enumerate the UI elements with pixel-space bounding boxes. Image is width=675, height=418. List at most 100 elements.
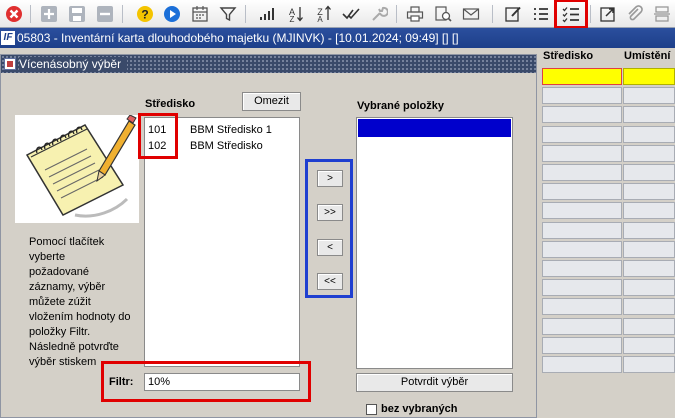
grid-cell[interactable] bbox=[542, 164, 622, 181]
column-header-umisteni[interactable]: Umístění bbox=[624, 50, 670, 62]
grid-cell[interactable] bbox=[542, 298, 622, 316]
column-header-stredisko[interactable]: Středisko bbox=[543, 50, 593, 62]
grid-cell[interactable] bbox=[623, 144, 675, 162]
sort-ascending-icon[interactable]: AZ bbox=[284, 3, 306, 25]
source-list-label: Středisko bbox=[145, 98, 196, 110]
bar-chart-icon[interactable] bbox=[256, 3, 278, 25]
svg-text:A: A bbox=[317, 15, 323, 23]
grid-cell[interactable] bbox=[542, 279, 622, 297]
grid-cell[interactable] bbox=[542, 125, 622, 143]
move-right-button[interactable]: > bbox=[317, 170, 343, 187]
calendar-icon[interactable] bbox=[189, 3, 211, 25]
toolbar-separator bbox=[30, 5, 31, 23]
app-logo: IF bbox=[1, 31, 15, 45]
move-all-left-button[interactable]: << bbox=[317, 273, 343, 290]
move-left-button[interactable]: < bbox=[317, 239, 343, 256]
grid-cell[interactable] bbox=[542, 240, 622, 258]
save-icon[interactable] bbox=[66, 3, 88, 25]
toolbar: ? AZ ZA bbox=[0, 0, 675, 29]
item-codes-highlight bbox=[138, 113, 178, 159]
multi-select-dialog: Vícenásobný výběr Pomocí tlačítek vyberte… bbox=[0, 54, 537, 418]
dialog-icon bbox=[4, 58, 16, 70]
grid-cell[interactable] bbox=[623, 221, 675, 239]
attachment-icon[interactable] bbox=[624, 3, 646, 25]
background-grid: Středisko Umístění bbox=[537, 48, 675, 418]
toolbar-separator bbox=[492, 5, 493, 23]
wrench-icon[interactable] bbox=[368, 3, 390, 25]
help-text-line: položky Filtr. bbox=[29, 326, 91, 338]
remove-icon[interactable] bbox=[94, 3, 116, 25]
checkmark-icon[interactable] bbox=[340, 3, 362, 25]
help-text-line: vyberte bbox=[29, 251, 66, 263]
without-selected-label: bez vybraných bbox=[381, 403, 458, 415]
grid-cell[interactable] bbox=[623, 87, 675, 105]
grid-cell[interactable] bbox=[623, 68, 675, 85]
grid-cell[interactable] bbox=[542, 68, 622, 85]
toolbar-separator bbox=[122, 5, 123, 23]
grid-cell[interactable] bbox=[542, 144, 622, 162]
grid-cell[interactable] bbox=[623, 125, 675, 143]
dialog-title: Vícenásobný výběr bbox=[19, 57, 128, 71]
selected-items-list[interactable] bbox=[356, 117, 513, 369]
grid-cell[interactable] bbox=[623, 240, 675, 258]
filter-highlight bbox=[101, 361, 311, 402]
filter-icon[interactable] bbox=[217, 3, 239, 25]
edit-icon[interactable] bbox=[502, 3, 524, 25]
grid-cell[interactable] bbox=[623, 202, 675, 220]
checklist-icon[interactable] bbox=[554, 0, 588, 29]
item-name: BBM Středisko bbox=[190, 140, 263, 152]
grid-cell[interactable] bbox=[623, 183, 675, 201]
toolbar-separator bbox=[396, 5, 397, 23]
list-icon[interactable] bbox=[530, 3, 552, 25]
grid-cell[interactable] bbox=[542, 221, 622, 239]
without-selected-checkbox[interactable] bbox=[366, 404, 377, 415]
sort-descending-icon[interactable]: ZA bbox=[312, 3, 334, 25]
move-buttons-group: > >> < << bbox=[305, 159, 353, 298]
external-link-icon[interactable] bbox=[597, 3, 619, 25]
toolbar-separator bbox=[245, 5, 246, 23]
grid-cell[interactable] bbox=[623, 260, 675, 277]
grid-cell[interactable] bbox=[623, 298, 675, 316]
mail-icon[interactable] bbox=[460, 3, 482, 25]
grid-cell[interactable] bbox=[542, 317, 622, 335]
window-title-bar: IF 05803 - Inventární karta dlouhodobého… bbox=[0, 28, 675, 48]
item-name: BBM Středisko 1 bbox=[190, 124, 272, 136]
toolbar-separator bbox=[590, 5, 591, 23]
grid-cell[interactable] bbox=[542, 260, 622, 277]
help-text-line: Pomocí tlačítek bbox=[29, 236, 105, 248]
grid-cell[interactable] bbox=[623, 279, 675, 297]
window-title: 05803 - Inventární karta dlouhodobého ma… bbox=[17, 31, 459, 45]
svg-text:?: ? bbox=[141, 8, 148, 22]
grid-cell[interactable] bbox=[542, 87, 622, 105]
split-icon[interactable] bbox=[651, 3, 673, 25]
grid-cell[interactable] bbox=[623, 336, 675, 354]
grid-cell[interactable] bbox=[623, 317, 675, 335]
grid-cell[interactable] bbox=[542, 106, 622, 124]
grid-cell[interactable] bbox=[542, 356, 622, 373]
dialog-title-bar[interactable]: Vícenásobný výběr bbox=[1, 55, 536, 73]
help-text-line: záznamy, výběr bbox=[29, 281, 106, 293]
confirm-selection-button[interactable]: Potvrdit výběr bbox=[356, 373, 513, 392]
notepad-illustration bbox=[15, 114, 139, 223]
grid-cell[interactable] bbox=[623, 106, 675, 124]
selected-row[interactable] bbox=[358, 119, 511, 137]
help-icon[interactable]: ? bbox=[134, 3, 156, 25]
svg-text:Z: Z bbox=[290, 15, 295, 23]
clear-filter-button[interactable]: Omezit bbox=[242, 92, 301, 111]
help-text-line: Následně potvrďte bbox=[29, 341, 119, 353]
add-icon[interactable] bbox=[38, 3, 60, 25]
grid-cell[interactable] bbox=[542, 202, 622, 220]
run-icon[interactable] bbox=[161, 3, 183, 25]
target-list-label: Vybrané položky bbox=[357, 100, 445, 112]
help-text-line: můžete zúžit bbox=[29, 296, 91, 308]
help-text: Pomocí tlačítek vyberte požadované záznamy,… bbox=[29, 235, 139, 370]
grid-cell[interactable] bbox=[542, 336, 622, 354]
close-icon[interactable] bbox=[3, 3, 25, 25]
grid-cell[interactable] bbox=[623, 164, 675, 181]
move-all-right-button[interactable]: >> bbox=[317, 204, 343, 221]
grid-cell[interactable] bbox=[623, 356, 675, 373]
help-text-line: vložením hodnoty do bbox=[29, 311, 131, 323]
print-icon[interactable] bbox=[404, 3, 426, 25]
print-preview-icon[interactable] bbox=[432, 3, 454, 25]
grid-cell[interactable] bbox=[542, 183, 622, 201]
